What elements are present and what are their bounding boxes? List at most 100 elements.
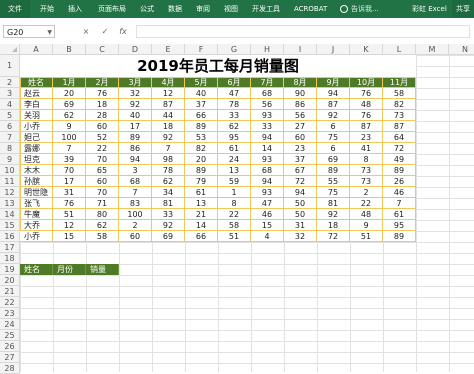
chevron-down-icon[interactable]: ▼ — [47, 26, 52, 39]
tab-page-layout[interactable]: 页面布局 — [98, 0, 126, 18]
row-header[interactable]: 19 — [0, 264, 20, 275]
sales-value-cell[interactable]: 100 — [119, 209, 152, 220]
sales-value-cell[interactable]: 49 — [383, 154, 416, 165]
sales-value-cell[interactable]: 24 — [218, 154, 251, 165]
sales-value-cell[interactable]: 18 — [86, 99, 119, 110]
sales-value-cell[interactable]: 89 — [185, 121, 218, 132]
row-header[interactable]: 11 — [0, 176, 20, 187]
sales-value-cell[interactable]: 72 — [284, 176, 317, 187]
sales-value-cell[interactable]: 22 — [350, 198, 383, 209]
row-header[interactable]: 28 — [0, 363, 20, 374]
sales-value-cell[interactable]: 39 — [53, 154, 86, 165]
select-all-button[interactable] — [0, 44, 20, 55]
sales-value-cell[interactable]: 93 — [251, 110, 284, 121]
sales-value-cell[interactable]: 89 — [383, 231, 416, 242]
column-header[interactable]: A — [20, 44, 53, 55]
sales-value-cell[interactable]: 81 — [152, 198, 185, 209]
sales-value-cell[interactable]: 60 — [284, 132, 317, 143]
sales-value-cell[interactable]: 98 — [152, 154, 185, 165]
employee-name-cell[interactable]: 张飞 — [20, 198, 53, 209]
row-header[interactable]: 21 — [0, 286, 20, 297]
sales-value-cell[interactable]: 64 — [383, 132, 416, 143]
query-header-cell[interactable]: 销量 — [86, 264, 119, 275]
column-header[interactable]: B — [53, 44, 86, 55]
sales-value-cell[interactable]: 94 — [284, 187, 317, 198]
row-header[interactable]: 22 — [0, 297, 20, 308]
sales-value-cell[interactable]: 92 — [119, 99, 152, 110]
sales-value-cell[interactable]: 62 — [152, 176, 185, 187]
row-header[interactable]: 2 — [0, 77, 20, 88]
employee-name-cell[interactable]: 露娜 — [20, 143, 53, 154]
sales-value-cell[interactable]: 18 — [317, 220, 350, 231]
sales-value-cell[interactable]: 58 — [383, 88, 416, 99]
sales-value-cell[interactable]: 56 — [284, 110, 317, 121]
column-header[interactable]: H — [251, 44, 284, 55]
column-header[interactable]: M — [416, 44, 449, 55]
sales-value-cell[interactable]: 51 — [53, 209, 86, 220]
sales-value-cell[interactable]: 62 — [218, 121, 251, 132]
sales-value-cell[interactable]: 12 — [53, 220, 86, 231]
sales-value-cell[interactable]: 7 — [53, 143, 86, 154]
sales-value-cell[interactable]: 44 — [152, 110, 185, 121]
sales-value-cell[interactable]: 40 — [119, 110, 152, 121]
sales-value-cell[interactable]: 73 — [350, 176, 383, 187]
cell-area[interactable]: 2019年员工每月销量图 姓名 1月 2月 3月 4月 5月 6月 7月 8月 9月 10月 11月赵… — [20, 55, 474, 372]
employee-name-cell[interactable]: 木木 — [20, 165, 53, 176]
sales-value-cell[interactable]: 31 — [53, 187, 86, 198]
sales-value-cell[interactable]: 82 — [383, 99, 416, 110]
sales-value-cell[interactable]: 86 — [284, 99, 317, 110]
sales-value-cell[interactable]: 58 — [86, 231, 119, 242]
sales-value-cell[interactable]: 95 — [218, 132, 251, 143]
sales-value-cell[interactable]: 76 — [53, 198, 86, 209]
column-header[interactable]: N — [449, 44, 474, 55]
sales-value-cell[interactable]: 70 — [86, 154, 119, 165]
sales-value-cell[interactable]: 1 — [218, 187, 251, 198]
row-header[interactable]: 9 — [0, 154, 20, 165]
sales-value-cell[interactable]: 2 — [119, 220, 152, 231]
sales-value-cell[interactable]: 21 — [185, 209, 218, 220]
sales-value-cell[interactable]: 86 — [119, 143, 152, 154]
sales-value-cell[interactable]: 60 — [86, 121, 119, 132]
sales-value-cell[interactable]: 46 — [251, 209, 284, 220]
row-header[interactable]: 10 — [0, 165, 20, 176]
row-header[interactable]: 23 — [0, 308, 20, 319]
sales-value-cell[interactable]: 95 — [383, 220, 416, 231]
sales-value-cell[interactable]: 70 — [53, 165, 86, 176]
sales-value-cell[interactable]: 61 — [218, 143, 251, 154]
sales-value-cell[interactable]: 90 — [284, 88, 317, 99]
header-cell[interactable]: 姓名 — [20, 77, 53, 88]
sales-value-cell[interactable]: 62 — [86, 220, 119, 231]
sales-value-cell[interactable]: 20 — [185, 154, 218, 165]
sales-value-cell[interactable]: 15 — [251, 220, 284, 231]
sales-value-cell[interactable]: 66 — [185, 231, 218, 242]
sales-value-cell[interactable]: 47 — [218, 88, 251, 99]
sales-value-cell[interactable]: 60 — [86, 176, 119, 187]
sales-value-cell[interactable]: 32 — [284, 231, 317, 242]
row-header[interactable]: 18 — [0, 253, 20, 264]
sales-value-cell[interactable]: 22 — [218, 209, 251, 220]
sales-value-cell[interactable]: 72 — [383, 143, 416, 154]
row-header[interactable]: 13 — [0, 198, 20, 209]
sales-value-cell[interactable]: 92 — [152, 132, 185, 143]
sales-value-cell[interactable]: 76 — [350, 88, 383, 99]
sales-value-cell[interactable]: 78 — [152, 165, 185, 176]
row-header[interactable]: 25 — [0, 330, 20, 341]
sales-value-cell[interactable]: 9 — [53, 121, 86, 132]
formula-input[interactable] — [136, 25, 470, 38]
sales-value-cell[interactable]: 50 — [284, 209, 317, 220]
sales-value-cell[interactable]: 48 — [350, 99, 383, 110]
sales-value-cell[interactable]: 17 — [119, 121, 152, 132]
sales-value-cell[interactable]: 87 — [152, 99, 185, 110]
sales-value-cell[interactable]: 76 — [86, 88, 119, 99]
query-header-cell[interactable]: 姓名 — [20, 264, 53, 275]
sales-value-cell[interactable]: 12 — [152, 88, 185, 99]
tab-view[interactable]: 视图 — [224, 0, 238, 18]
employee-name-cell[interactable]: 大乔 — [20, 220, 53, 231]
column-header[interactable]: J — [317, 44, 350, 55]
employee-name-cell[interactable]: 妲己 — [20, 132, 53, 143]
sales-value-cell[interactable]: 34 — [152, 187, 185, 198]
tab-insert[interactable]: 插入 — [68, 0, 82, 18]
sales-value-cell[interactable]: 14 — [251, 143, 284, 154]
sales-value-cell[interactable]: 78 — [218, 99, 251, 110]
sales-value-cell[interactable]: 92 — [317, 209, 350, 220]
